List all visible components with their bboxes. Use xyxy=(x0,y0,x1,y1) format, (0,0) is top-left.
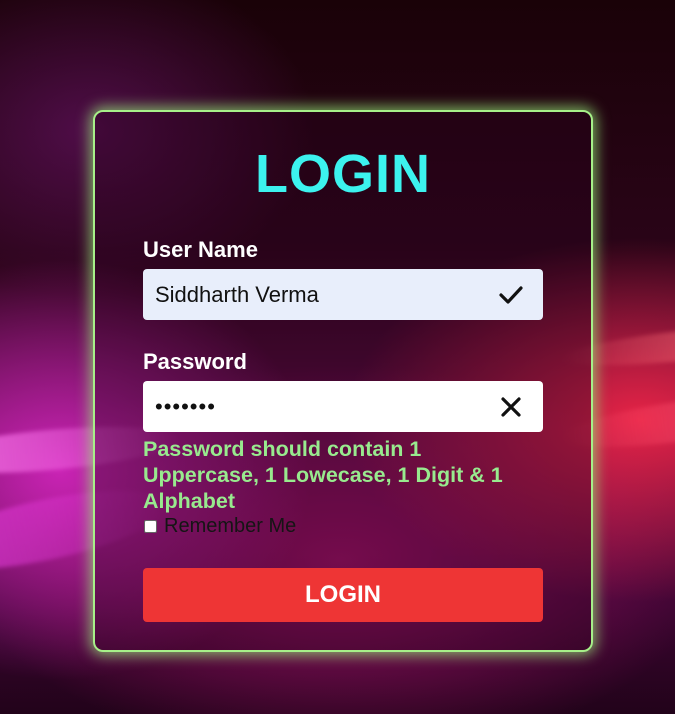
username-input[interactable] xyxy=(143,269,495,320)
password-error-message: Password should contain 1 Uppercase, 1 L… xyxy=(143,437,503,513)
remember-me-checkbox[interactable] xyxy=(144,519,157,533)
close-icon xyxy=(501,397,521,417)
password-field-wrapper xyxy=(143,381,543,432)
remember-me-row[interactable]: Remember Me xyxy=(143,514,296,538)
check-icon xyxy=(499,286,523,304)
login-title: LOGIN xyxy=(255,144,431,204)
password-input[interactable] xyxy=(143,381,495,432)
remember-me-label: Remember Me xyxy=(164,514,297,537)
username-field-wrapper xyxy=(143,269,543,320)
login-button[interactable]: LOGIN xyxy=(143,568,543,622)
password-label: Password xyxy=(143,349,247,374)
username-label: User Name xyxy=(143,237,258,262)
